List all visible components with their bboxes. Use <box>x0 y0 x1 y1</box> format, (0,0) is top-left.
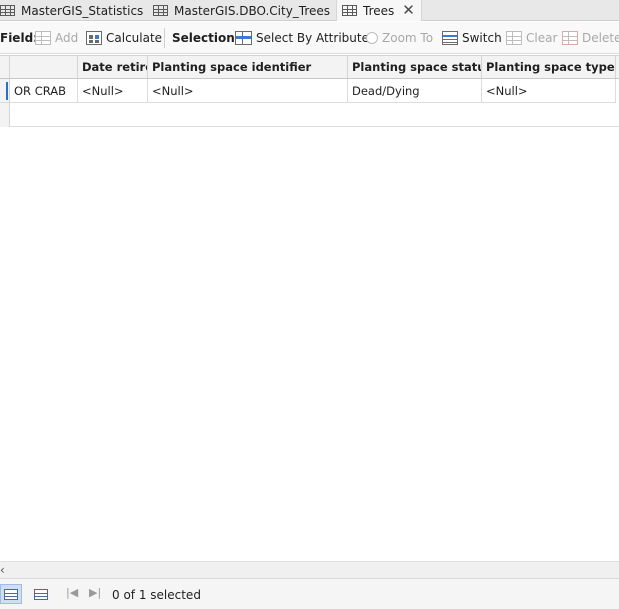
column-header-planting-space-identifier[interactable]: Planting space identifier <box>148 55 348 79</box>
scroll-left-icon[interactable]: ‹ <box>0 562 5 578</box>
delete-selection-button[interactable]: Delete <box>562 22 619 54</box>
show-selected-records-button[interactable] <box>30 584 52 604</box>
close-icon[interactable]: ✕ <box>402 3 415 18</box>
tab-label: MasterGIS.DBO.City_Trees <box>174 3 331 18</box>
selection-count: 0 of 1 selected <box>112 587 201 602</box>
column-header-name[interactable] <box>10 55 78 79</box>
add-label: Add <box>55 31 79 45</box>
new-row[interactable] <box>0 103 619 127</box>
column-header-planting-space-status[interactable]: Planting space status <box>348 55 482 79</box>
new-row-selector <box>0 103 10 127</box>
calculate-button[interactable]: Calculate <box>86 22 162 54</box>
table-cell[interactable]: <Null> <box>482 79 616 103</box>
delete-label: Delete <box>582 31 619 45</box>
table-cell[interactable]: OR CRAB <box>10 79 78 103</box>
column-header-date-retired[interactable]: Date retired <box>78 55 148 79</box>
switch-label: Switch <box>462 31 502 45</box>
tab-mastergis-city-trees[interactable]: MasterGIS.DBO.City_Trees <box>153 0 330 21</box>
tab-strip: MasterGIS_Statistics MasterGIS.DBO.City_… <box>0 0 619 21</box>
switch-selection-button[interactable]: Switch <box>442 22 502 54</box>
zoom-to-label: Zoom To <box>382 31 434 45</box>
last-record-icon[interactable]: ▶| <box>89 586 101 599</box>
row-header-corner <box>0 55 10 79</box>
row-selector[interactable] <box>0 79 10 103</box>
table-cell[interactable]: Dead/Dying <box>348 79 482 103</box>
table-icon <box>342 5 357 16</box>
select-by-attributes-label: Select By Attributes <box>256 31 376 45</box>
add-field-button[interactable]: Add <box>35 22 78 54</box>
selected-records-icon <box>34 588 48 600</box>
tab-mastergis-statistics[interactable]: MasterGIS_Statistics <box>0 0 143 21</box>
toolbar-divider <box>164 28 165 48</box>
tab-label: Trees <box>363 3 395 18</box>
select-by-attributes-button[interactable]: Select By Attributes <box>235 22 375 54</box>
calculator-icon <box>86 31 102 45</box>
tab-trees[interactable]: Trees ✕ <box>336 0 422 21</box>
delete-icon <box>562 31 578 45</box>
status-bar: |◀ ▶| 0 of 1 selected <box>0 578 619 609</box>
tab-label: MasterGIS_Statistics <box>21 3 144 18</box>
clear-label: Clear <box>526 31 558 45</box>
horizontal-scrollbar[interactable]: ‹ <box>0 561 619 578</box>
calculate-label: Calculate <box>106 31 163 45</box>
first-record-icon[interactable]: |◀ <box>66 586 78 599</box>
field-label: Field: <box>0 31 38 45</box>
add-field-icon <box>35 31 51 45</box>
clear-selection-button[interactable]: Clear <box>506 22 557 54</box>
selection-label: Selection: <box>172 31 240 45</box>
zoom-to-button[interactable]: Zoom To <box>366 22 433 54</box>
column-header-planting-space-type[interactable]: Planting space type <box>482 55 616 79</box>
clear-selection-icon <box>506 31 522 45</box>
table-cell[interactable]: <Null> <box>78 79 148 103</box>
table-icon <box>0 5 15 16</box>
attribute-table-toolbar: Field: Add Calculate Selection: Select B… <box>0 22 619 54</box>
show-all-records-button[interactable] <box>0 584 22 604</box>
table-icon <box>153 5 168 16</box>
switch-selection-icon <box>442 31 458 45</box>
select-by-attributes-icon <box>235 31 252 45</box>
table-cell[interactable]: <Null> <box>148 79 348 103</box>
all-records-icon <box>4 588 18 600</box>
zoom-to-icon <box>366 32 378 44</box>
